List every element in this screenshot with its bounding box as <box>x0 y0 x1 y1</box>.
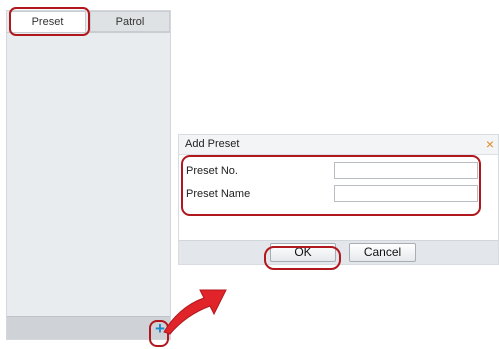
close-icon[interactable]: × <box>486 135 494 153</box>
tab-patrol[interactable]: Patrol <box>90 11 170 32</box>
highlight-preset-tab <box>9 7 90 36</box>
red-arrow-icon <box>163 289 227 335</box>
dialog-title-bar: Add Preset × <box>179 135 498 155</box>
highlight-preset-fields <box>181 155 481 216</box>
preset-panel: Preset Patrol + <box>6 10 171 340</box>
panel-toolbar: + <box>7 316 170 339</box>
dialog-title: Add Preset <box>185 138 240 150</box>
cancel-button[interactable]: Cancel <box>349 243 416 262</box>
highlight-ok-button <box>264 246 341 270</box>
